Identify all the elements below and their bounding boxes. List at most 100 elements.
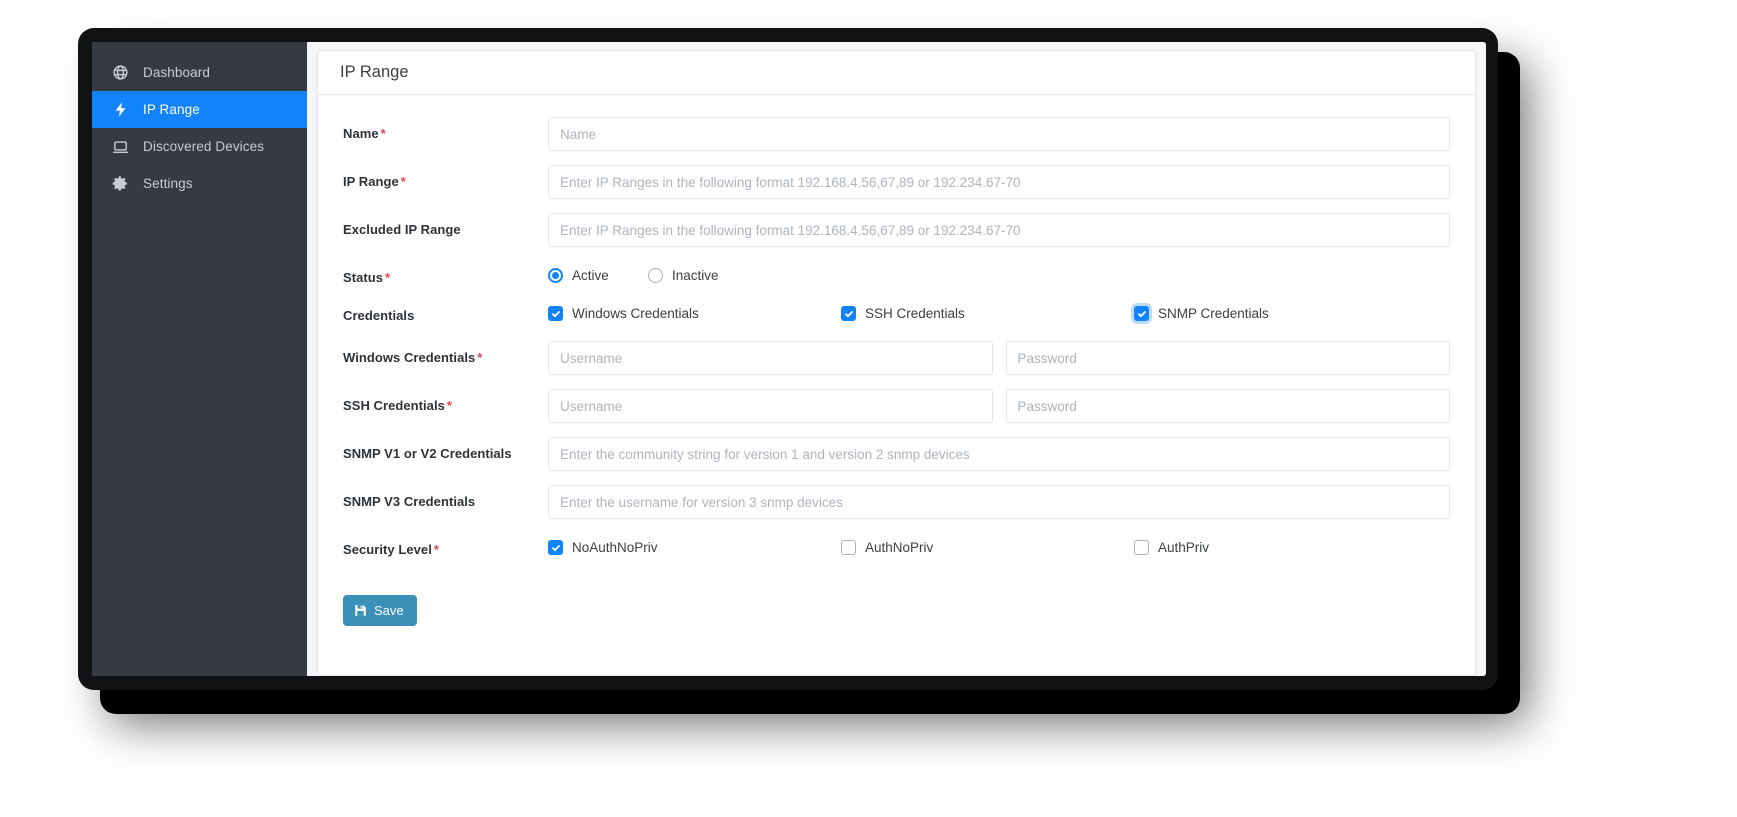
ssh-password-input[interactable] — [1005, 389, 1450, 423]
windows-password-wrap — [1005, 341, 1450, 375]
name-input[interactable] — [548, 117, 1450, 151]
ssh-password-wrap — [1005, 389, 1450, 423]
form-row-ssh-credentials: SSH Credentials * — [343, 389, 1450, 423]
required-asterisk: * — [400, 174, 406, 189]
radio-on-icon — [548, 268, 563, 283]
checkbox-label: AuthPriv — [1158, 540, 1210, 555]
checkbox-authpriv[interactable]: AuthPriv — [1134, 540, 1209, 555]
save-button-label: Save — [374, 603, 404, 618]
radio-status-inactive[interactable]: Inactive — [648, 268, 719, 283]
form-row-credentials: Credentials Windows Credentials SSH Cred… — [343, 299, 1450, 323]
sidebar-item-discovered-devices[interactable]: Discovered Devices — [92, 128, 307, 165]
save-button[interactable]: Save — [343, 595, 417, 626]
form-row-status: Status * Active Inactive — [343, 261, 1450, 285]
form-row-snmp-v3: SNMP V3 Credentials — [343, 485, 1450, 519]
ssh-username-wrap — [548, 389, 993, 423]
label-text: Windows Credentials — [343, 350, 476, 365]
globe-icon — [112, 64, 129, 81]
form-row-name: Name * — [343, 117, 1450, 151]
control-name — [548, 117, 1450, 151]
control-status: Active Inactive — [548, 261, 1450, 283]
radio-label: Inactive — [672, 268, 719, 283]
snmp-v3-input[interactable] — [548, 485, 1450, 519]
label-excluded-ip-range: Excluded IP Range — [343, 213, 548, 237]
save-floppy-icon — [354, 604, 367, 617]
label-text: IP Range — [343, 174, 399, 189]
page-title: IP Range — [340, 63, 409, 81]
windows-password-input[interactable] — [1005, 341, 1450, 375]
checkbox-unchecked-icon — [1134, 540, 1149, 555]
required-asterisk: * — [477, 350, 483, 365]
required-asterisk: * — [446, 398, 453, 413]
control-ip-range — [548, 165, 1450, 199]
required-asterisk: * — [380, 126, 386, 141]
sidebar-item-ip-range[interactable]: IP Range — [92, 91, 307, 128]
label-text: SNMP V3 Credentials — [343, 494, 476, 509]
label-text: Excluded IP Range — [343, 222, 461, 237]
sidebar-item-settings[interactable]: Settings — [92, 165, 307, 202]
form-row-excluded-ip-range: Excluded IP Range — [343, 213, 1450, 247]
checkbox-authnopriv[interactable]: AuthNoPriv — [841, 540, 1134, 555]
radio-label: Active — [572, 268, 609, 283]
sidebar-item-dashboard[interactable]: Dashboard — [92, 54, 307, 91]
sidebar-item-label: Dashboard — [143, 64, 210, 80]
checkbox-checked-icon — [548, 306, 563, 321]
checkbox-checked-icon — [841, 306, 856, 321]
checkbox-ssh-credentials[interactable]: SSH Credentials — [841, 306, 1134, 321]
checkbox-label: SSH Credentials — [865, 306, 965, 321]
checkbox-label: NoAuthNoPriv — [572, 540, 658, 555]
snmp-v1-v2-input[interactable] — [548, 437, 1450, 471]
label-text: SNMP V1 or V2 Credentials — [343, 446, 512, 461]
sidebar: Dashboard IP Range Discovered Devices Se… — [92, 42, 307, 676]
label-text: SSH Credentials — [343, 398, 445, 413]
form-row-security-level: Security Level * NoAuthNoPriv AuthNoPriv… — [343, 533, 1450, 557]
label-ssh-credentials: SSH Credentials * — [343, 389, 548, 413]
label-windows-credentials: Windows Credentials * — [343, 341, 548, 365]
ip-range-form: Name* IP Range* — [318, 95, 1475, 626]
control-windows-credentials — [548, 341, 1450, 375]
required-asterisk: * — [433, 542, 439, 557]
label-credentials: Credentials — [343, 299, 548, 323]
windows-username-wrap — [548, 341, 993, 375]
card-header: IP Range — [318, 51, 1475, 95]
lightning-bolt-icon — [112, 101, 129, 118]
windows-username-input[interactable] — [548, 341, 993, 375]
checkbox-unchecked-icon — [841, 540, 856, 555]
control-snmp-v1-v2 — [548, 437, 1450, 471]
checkbox-checked-icon — [548, 540, 563, 555]
device-screen: Dashboard IP Range Discovered Devices Se… — [92, 42, 1486, 676]
device-frame: Dashboard IP Range Discovered Devices Se… — [78, 28, 1498, 690]
checkbox-label: AuthNoPriv — [865, 540, 934, 555]
required-asterisk: * — [385, 270, 391, 285]
sidebar-item-label: IP Range — [143, 101, 200, 117]
checkbox-snmp-credentials[interactable]: SNMP Credentials — [1134, 306, 1269, 321]
label-name: Name * — [343, 117, 548, 141]
label-text: Name — [343, 126, 379, 141]
ip-range-input[interactable] — [548, 165, 1450, 199]
label-text: Credentials — [343, 308, 415, 323]
form-row-windows-credentials: Windows Credentials * — [343, 341, 1450, 375]
sidebar-item-label: Settings — [143, 175, 193, 191]
label-security-level: Security Level * — [343, 533, 548, 557]
ip-range-card: IP Range Name* I — [317, 50, 1476, 676]
radio-status-active[interactable]: Active — [548, 268, 648, 283]
ssh-username-input[interactable] — [548, 389, 993, 423]
control-ssh-credentials — [548, 389, 1450, 423]
form-row-snmp-v1-v2: SNMP V1 or V2 Credentials — [343, 437, 1450, 471]
control-excluded-ip-range — [548, 213, 1450, 247]
gear-icon — [112, 175, 129, 192]
checkbox-checked-icon — [1134, 306, 1149, 321]
label-text: Status — [343, 270, 384, 285]
checkbox-noauthnopriv[interactable]: NoAuthNoPriv — [548, 540, 841, 555]
checkbox-label: SNMP Credentials — [1158, 306, 1269, 321]
control-credentials: Windows Credentials SSH Credentials SNMP… — [548, 299, 1450, 321]
excluded-ip-range-input[interactable] — [548, 213, 1450, 247]
content-area: IP Range Name* I — [307, 42, 1486, 676]
label-snmp-v1-v2: SNMP V1 or V2 Credentials — [343, 437, 548, 461]
checkbox-label: Windows Credentials — [572, 306, 699, 321]
form-actions: Save — [343, 571, 1450, 626]
sidebar-item-label: Discovered Devices — [143, 138, 265, 154]
control-security-level: NoAuthNoPriv AuthNoPriv AuthPriv — [548, 533, 1450, 555]
laptop-icon — [112, 138, 129, 155]
checkbox-windows-credentials[interactable]: Windows Credentials — [548, 306, 841, 321]
